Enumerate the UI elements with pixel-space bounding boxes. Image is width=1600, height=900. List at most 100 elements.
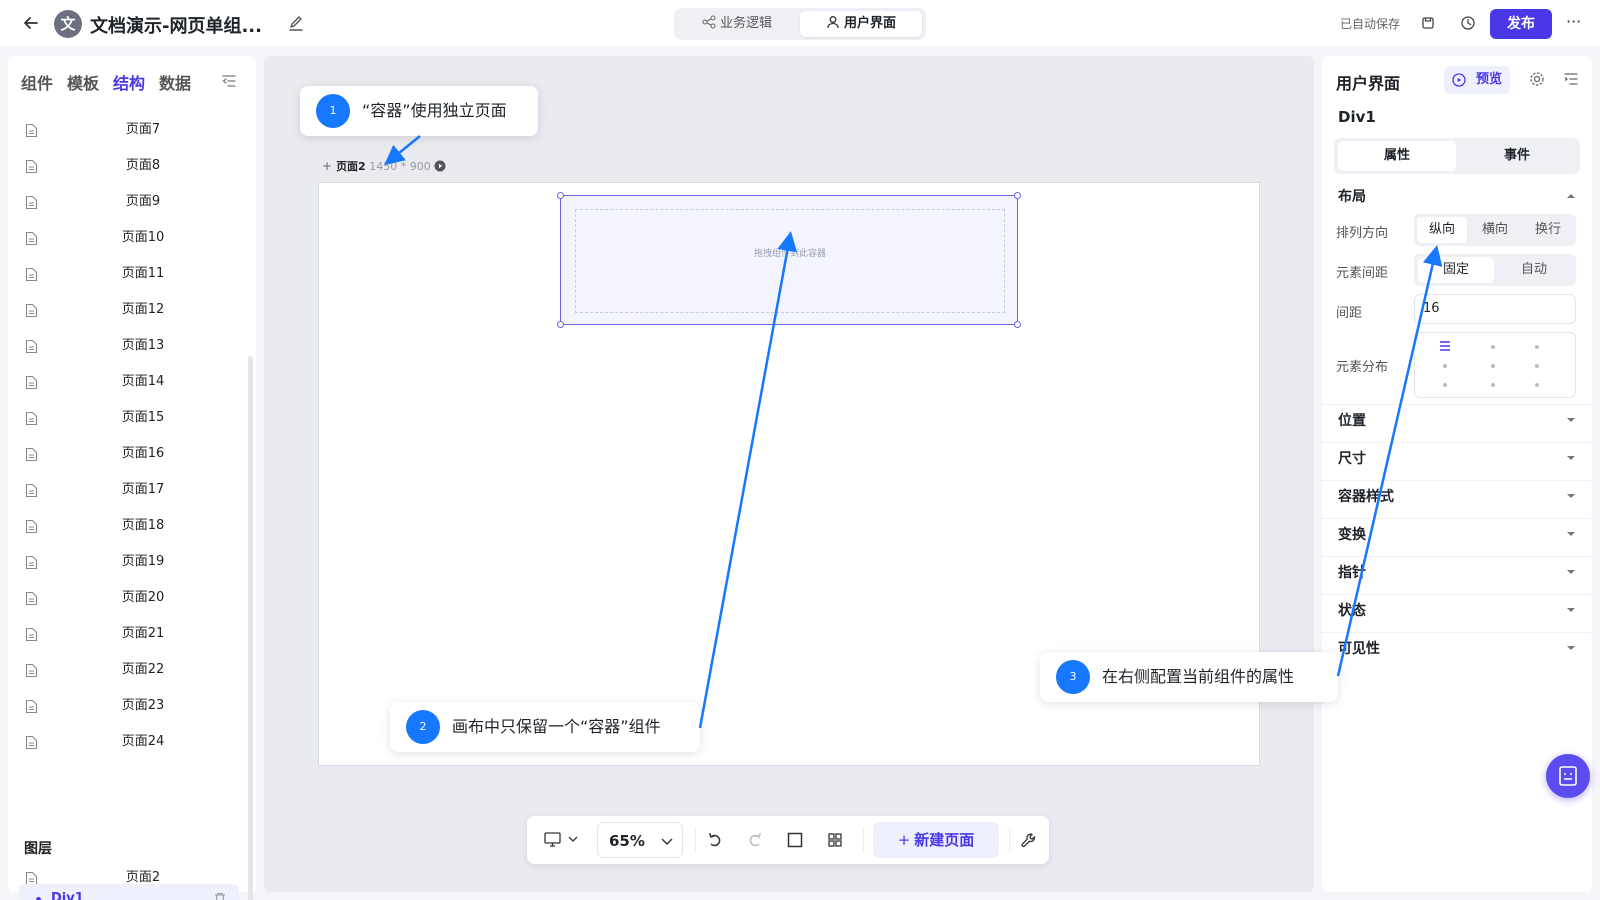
chevron-up-icon[interactable]	[1566, 190, 1576, 200]
chevron-down-icon[interactable]	[1566, 604, 1576, 614]
more-menu-icon[interactable]: ···	[1566, 12, 1581, 31]
page-list-item[interactable]: 页面19	[8, 544, 248, 580]
container-drop-zone[interactable]	[575, 209, 1005, 313]
page-list-item[interactable]: 页面20	[8, 580, 248, 616]
page-file-icon	[25, 123, 38, 138]
distribution-dot[interactable]	[1535, 345, 1539, 349]
assistant-button[interactable]	[1546, 754, 1590, 798]
tab-templates[interactable]: 模板	[67, 70, 99, 94]
annotation-1: 1 “容器”使用独立页面	[300, 86, 538, 136]
page-file-icon	[25, 627, 38, 642]
page-list-item[interactable]: 页面24	[8, 724, 248, 760]
page-list-item[interactable]: 页面17	[8, 472, 248, 508]
collapse-panel-icon[interactable]	[220, 72, 238, 90]
distribution-dot[interactable]	[1491, 364, 1495, 368]
settings-gear-icon[interactable]	[1528, 70, 1546, 88]
distribution-dot[interactable]	[1491, 345, 1495, 349]
resize-handle-top-left[interactable]	[557, 192, 564, 199]
wrench-icon[interactable]	[1017, 828, 1041, 852]
trash-icon[interactable]	[213, 891, 227, 900]
tab-components[interactable]: 组件	[21, 70, 53, 94]
tab-properties[interactable]: 属性	[1338, 141, 1456, 171]
distribution-dot[interactable]	[1491, 383, 1495, 387]
play-circle-icon[interactable]	[434, 160, 446, 172]
tab-business-logic[interactable]: 业务逻辑	[678, 11, 796, 37]
outline-list-icon[interactable]	[1562, 70, 1580, 88]
tab-structure[interactable]: 结构	[113, 70, 145, 94]
distribution-grid[interactable]	[1414, 332, 1576, 398]
grid-icon[interactable]	[823, 828, 847, 852]
align-lines-icon	[1440, 341, 1450, 351]
device-select[interactable]	[543, 828, 583, 852]
publish-button[interactable]: 发布	[1490, 9, 1552, 39]
page-file-icon	[25, 519, 38, 534]
section-divider	[1322, 518, 1592, 519]
page-list-item[interactable]: 页面7	[8, 112, 248, 148]
frame-icon[interactable]	[783, 828, 807, 852]
layer-item-div1[interactable]: Div1	[19, 884, 239, 900]
page-list-item[interactable]: 页面12	[8, 292, 248, 328]
history-icon[interactable]	[1458, 13, 1478, 33]
page-list-item[interactable]: 页面18	[8, 508, 248, 544]
page-list-item[interactable]: 页面14	[8, 364, 248, 400]
direction-vertical[interactable]: 纵向	[1417, 217, 1467, 243]
page-list-item[interactable]: 页面15	[8, 400, 248, 436]
direction-switch: 纵向 横向 换行	[1414, 214, 1576, 246]
page-list-item[interactable]: 页面23	[8, 688, 248, 724]
tab-user-interface[interactable]: 用户界面	[800, 11, 922, 37]
edit-title-icon[interactable]	[286, 13, 306, 33]
undo-icon[interactable]	[703, 828, 727, 852]
section-title[interactable]: 可见性	[1338, 638, 1380, 658]
direction-horizontal[interactable]: 横向	[1470, 217, 1520, 243]
new-page-button[interactable]: + 新建页面	[873, 822, 999, 858]
tab-data[interactable]: 数据	[159, 70, 191, 94]
distribution-dot[interactable]	[1443, 383, 1447, 387]
resize-handle-top-right[interactable]	[1014, 192, 1021, 199]
chevron-down-icon[interactable]	[1566, 566, 1576, 576]
gap-mode-fixed[interactable]: 固定	[1418, 257, 1494, 283]
chevron-down-icon[interactable]	[1566, 642, 1576, 652]
distribution-dot[interactable]	[1443, 364, 1447, 368]
assistant-icon	[1559, 766, 1577, 786]
section-title[interactable]: 状态	[1338, 600, 1366, 620]
section-title[interactable]: 尺寸	[1338, 448, 1366, 468]
section-title[interactable]: 变换	[1338, 524, 1366, 544]
page-list-item[interactable]: 页面22	[8, 652, 248, 688]
zoom-select[interactable]: 65%	[597, 822, 683, 858]
page-file-icon	[25, 735, 38, 750]
page-list-item[interactable]: 页面13	[8, 328, 248, 364]
tab-events[interactable]: 事件	[1458, 141, 1576, 171]
gap-input[interactable]: 16	[1414, 294, 1576, 324]
section-layout-title[interactable]: 布局	[1338, 186, 1366, 206]
save-icon[interactable]	[1418, 13, 1438, 33]
page-list-item[interactable]: 页面21	[8, 616, 248, 652]
chevron-down-icon[interactable]	[1566, 452, 1576, 462]
chevron-down-icon[interactable]	[1566, 414, 1576, 424]
chevron-down-icon[interactable]	[1566, 528, 1576, 538]
page-list-item[interactable]: 页面8	[8, 148, 248, 184]
page-list-item[interactable]: 页面9	[8, 184, 248, 220]
redo-icon[interactable]	[743, 828, 767, 852]
page-list-scrollbar[interactable]	[248, 356, 253, 900]
page-list-item[interactable]: 页面10	[8, 220, 248, 256]
gap-mode-auto[interactable]: 自动	[1496, 257, 1572, 283]
distribution-dot[interactable]	[1535, 383, 1539, 387]
chevron-down-icon[interactable]	[1566, 490, 1576, 500]
preview-button[interactable]: 预览	[1444, 66, 1510, 94]
annotation-3: 3 在右侧配置当前组件的属性	[1040, 652, 1338, 702]
page-list-item[interactable]: 页面11	[8, 256, 248, 292]
section-title[interactable]: 位置	[1338, 410, 1366, 430]
resize-handle-bottom-left[interactable]	[557, 321, 564, 328]
page-list-item[interactable]: 页面16	[8, 436, 248, 472]
page-frame-size: 1450 * 900	[369, 160, 431, 173]
page-file-icon	[25, 375, 38, 390]
share-nodes-icon	[702, 15, 716, 29]
distribution-dot[interactable]	[1535, 364, 1539, 368]
section-title[interactable]: 容器样式	[1338, 486, 1394, 506]
section-title[interactable]: 指针	[1338, 562, 1366, 582]
selected-container-div1[interactable]: 拖拽组件到此容器	[557, 192, 1021, 328]
direction-wrap[interactable]: 换行	[1523, 217, 1573, 243]
add-icon[interactable]: +	[322, 159, 332, 173]
resize-handle-bottom-right[interactable]	[1014, 321, 1021, 328]
back-arrow-icon[interactable]	[20, 12, 42, 34]
